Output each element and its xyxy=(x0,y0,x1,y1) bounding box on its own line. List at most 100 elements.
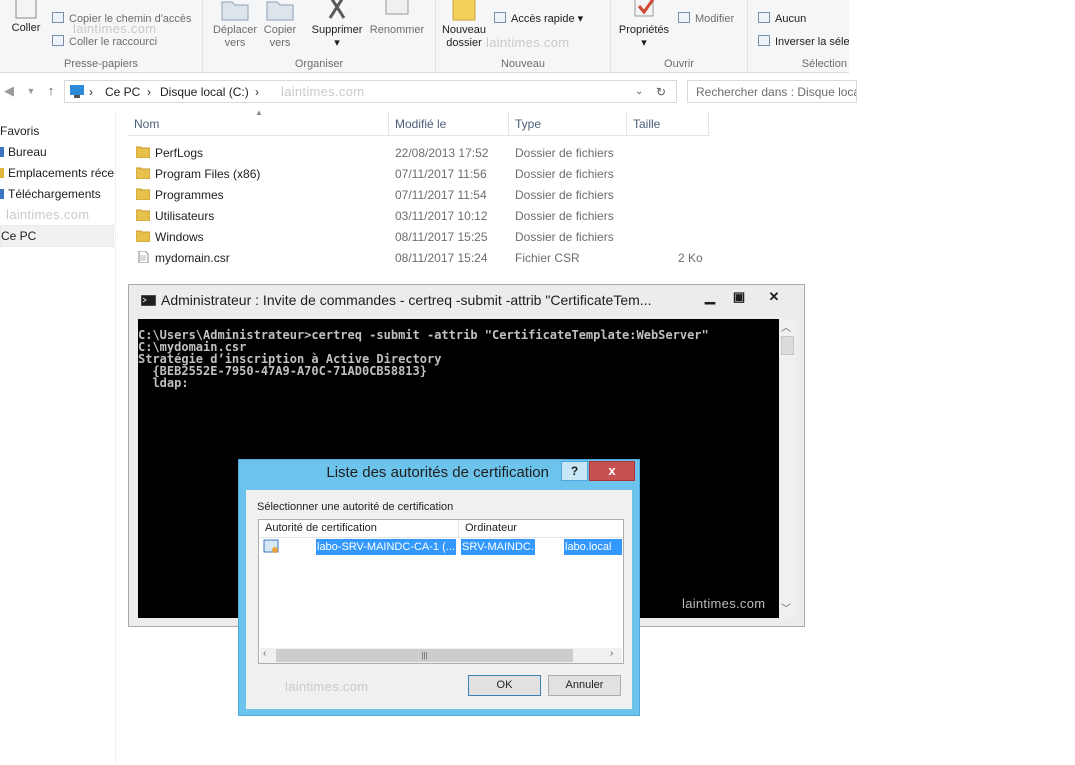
file-row[interactable]: PerfLogs 22/08/2013 17:52 Dossier de fic… xyxy=(128,142,710,163)
quick-access-icon xyxy=(494,12,506,23)
ribbon-group-label: Organiser xyxy=(294,58,344,70)
scroll-up-icon[interactable]: ︿ xyxy=(781,319,791,334)
file-size: 2 Ko xyxy=(678,251,703,265)
ca-list[interactable]: Autorité de certification Ordinateur lab… xyxy=(258,519,624,664)
navigation-pane: Favoris Bureau Emplacements récen Téléch… xyxy=(0,110,116,765)
desktop-icon xyxy=(0,147,4,157)
file-date: 08/11/2017 15:25 xyxy=(395,230,488,244)
command-prompt-titlebar[interactable]: Administrateur : Invite de commandes - c… xyxy=(129,285,804,315)
folder-icon xyxy=(136,209,150,221)
scroll-thumb[interactable] xyxy=(781,336,794,355)
nav-item-label: Bureau xyxy=(8,145,47,159)
new-folder-label: Nouveau dossier xyxy=(441,24,487,49)
new-folder-icon xyxy=(452,0,476,21)
file-date: 07/11/2017 11:56 xyxy=(395,167,487,181)
dialog-close-button[interactable]: x xyxy=(589,461,635,481)
close-button[interactable]: ✕ xyxy=(759,287,789,307)
address-bar[interactable]: › Ce PC › Disque local (C:) › laintimes.… xyxy=(64,80,677,103)
scroll-right-icon[interactable]: › xyxy=(610,648,613,659)
invert-selection-label: Inverser la séle xyxy=(775,36,849,48)
clipboard-icon xyxy=(15,0,37,19)
recent-locations-chevron-icon[interactable]: ▼ xyxy=(22,82,40,100)
watermark: laintimes.com xyxy=(73,21,157,36)
paste-button[interactable]: Coller xyxy=(6,0,46,35)
ca-domain-cell: labo.local xyxy=(564,539,622,555)
properties-label: Propriétés xyxy=(618,24,670,36)
minimize-button[interactable]: ▁ xyxy=(696,287,724,307)
ca-authority-cell: labo-SRV-MAINDC-CA-1 (... xyxy=(316,539,456,555)
new-folder-button[interactable]: Nouveau dossier xyxy=(438,0,490,50)
column-header-type[interactable]: Type xyxy=(509,112,627,136)
ribbon-group-clipboard: Coller Copier le chemin d'accès Coller l… xyxy=(0,0,203,73)
certification-authority-dialog: Liste des autorités de certification ? x… xyxy=(238,459,640,716)
paste-shortcut-icon xyxy=(52,35,64,46)
watermark: laintimes.com xyxy=(285,679,369,694)
nav-item-recent-places[interactable]: Emplacements récen xyxy=(0,163,114,184)
delete-x-icon xyxy=(328,0,346,19)
select-none-label: Aucun xyxy=(775,13,807,25)
file-type: Dossier de fichiers xyxy=(515,167,614,181)
console-output: C:\Users\Administrateur>certreq -submit … xyxy=(138,328,709,390)
column-header-authority[interactable]: Autorité de certification xyxy=(259,520,459,538)
file-row[interactable]: Program Files (x86) 07/11/2017 11:56 Dos… xyxy=(128,163,710,184)
delete-label: Supprimer xyxy=(311,24,363,36)
certificate-authority-icon xyxy=(263,539,279,553)
column-header-computer[interactable]: Ordinateur xyxy=(459,520,623,538)
nav-item-desktop[interactable]: Bureau xyxy=(0,142,114,163)
file-row[interactable]: Windows 08/11/2017 15:25 Dossier de fich… xyxy=(128,226,710,247)
ribbon-group-label: Nouveau xyxy=(500,58,546,70)
nav-item-favorites[interactable]: Favoris xyxy=(0,121,114,142)
invert-selection-button[interactable]: Inverser la séle xyxy=(758,35,849,48)
back-button[interactable]: ◀ xyxy=(0,82,18,100)
help-button[interactable]: ? xyxy=(561,461,588,481)
refresh-icon[interactable]: ↻ xyxy=(656,85,666,99)
breadcrumb-separator: › xyxy=(89,85,93,99)
console-scrollbar[interactable]: ︿ ﹀ xyxy=(779,319,796,618)
scroll-left-icon[interactable]: ‹ xyxy=(263,648,266,659)
copy-path-icon xyxy=(52,12,64,23)
file-date: 22/08/2013 17:52 xyxy=(395,146,489,160)
maximize-button[interactable]: ▣ xyxy=(725,287,753,307)
document-icon xyxy=(138,251,149,263)
properties-button[interactable]: Propriétés ▾ xyxy=(615,0,673,50)
rename-button[interactable]: Renommer xyxy=(367,0,427,37)
command-prompt-icon xyxy=(141,295,156,306)
paste-shortcut-button[interactable]: Coller le raccourci xyxy=(52,35,157,48)
ribbon-group-selection: Aucun Inverser la séle Sélection xyxy=(748,0,849,73)
folder-icon xyxy=(136,146,150,158)
download-arrow-icon xyxy=(0,189,4,199)
ca-list-row[interactable]: labo-SRV-MAINDC-CA-1 (... SRV-MAINDC. la… xyxy=(261,539,622,556)
modify-icon xyxy=(678,12,690,23)
file-row[interactable]: Utilisateurs 03/11/2017 10:12 Dossier de… xyxy=(128,205,710,226)
copy-to-button[interactable]: Copier vers xyxy=(259,0,301,50)
breadcrumb-ce-pc[interactable]: Ce PC xyxy=(105,85,140,99)
paste-shortcut-label: Coller le raccourci xyxy=(69,36,158,48)
up-arrow-button[interactable]: ↑ xyxy=(42,82,60,100)
nav-item-this-pc[interactable]: Ce PC xyxy=(0,225,114,247)
nav-item-downloads[interactable]: Téléchargements xyxy=(0,184,114,205)
nav-item-label: Favoris xyxy=(0,124,40,138)
search-input[interactable]: Rechercher dans : Disque loca xyxy=(687,80,857,103)
scroll-down-icon[interactable]: ﹀ xyxy=(781,600,791,615)
horizontal-scrollbar[interactable]: ‹ ||| › xyxy=(260,648,622,663)
ribbon-group-label: Sélection xyxy=(801,58,847,70)
delete-button[interactable]: Supprimer ▾ xyxy=(309,0,365,50)
file-name: Utilisateurs xyxy=(155,209,215,223)
file-date: 07/11/2017 11:54 xyxy=(395,188,487,202)
file-row[interactable]: mydomain.csr 08/11/2017 15:24 Fichier CS… xyxy=(128,247,710,268)
cancel-button[interactable]: Annuler xyxy=(548,675,621,696)
breadcrumb-disk-c[interactable]: Disque local (C:) xyxy=(160,85,249,99)
scroll-thumb[interactable]: ||| xyxy=(276,649,573,662)
column-header-modified[interactable]: Modifié le xyxy=(389,112,509,136)
ok-button[interactable]: OK xyxy=(468,675,541,696)
recent-places-icon xyxy=(0,168,4,178)
column-header-size[interactable]: Taille xyxy=(627,112,709,136)
breadcrumb-separator: › xyxy=(255,85,259,99)
nav-item-label: Emplacements récen xyxy=(8,166,114,180)
select-none-button[interactable]: Aucun xyxy=(758,12,806,25)
file-row[interactable]: Programmes 07/11/2017 11:54 Dossier de f… xyxy=(128,184,710,205)
quick-access-button[interactable]: Accès rapide ▾ xyxy=(494,12,583,25)
modify-button[interactable]: Modifier xyxy=(678,12,734,25)
address-dropdown-chevron-icon[interactable]: ⌄ xyxy=(635,86,643,97)
move-to-button[interactable]: Déplacer vers xyxy=(209,0,261,50)
